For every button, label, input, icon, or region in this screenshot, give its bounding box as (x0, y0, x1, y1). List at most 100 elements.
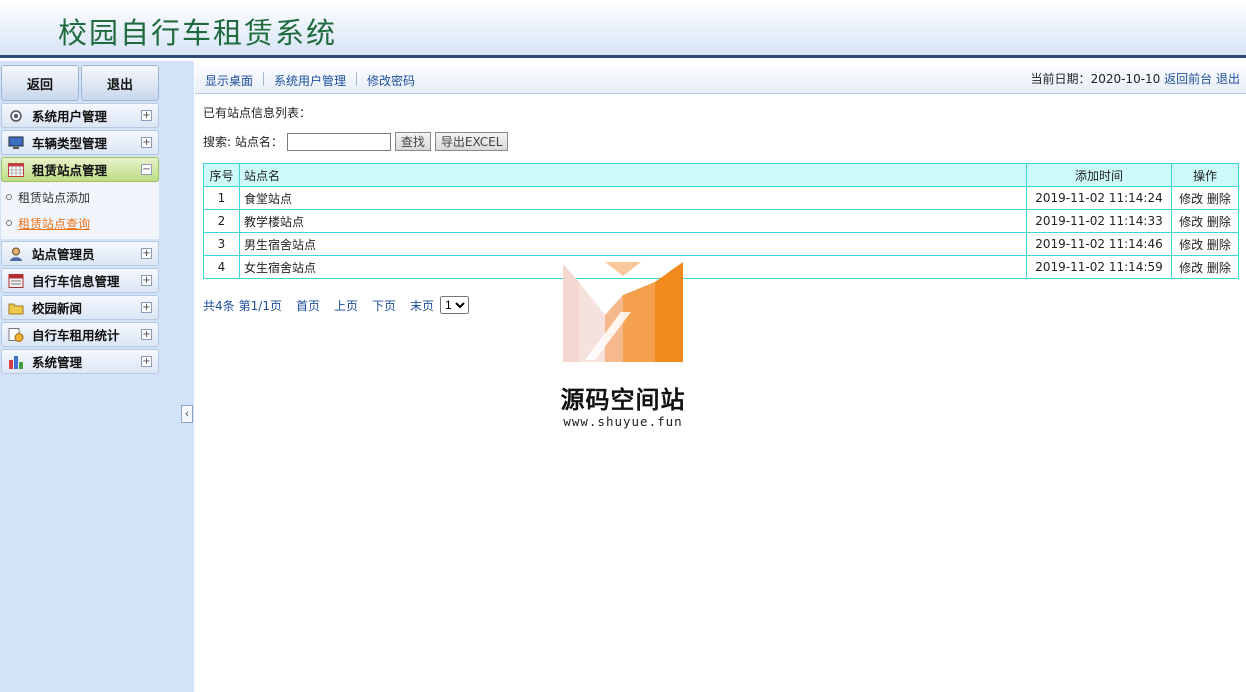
table-row: 3 男生宿舍站点 2019-11-02 11:14:46 修改 删除 (203, 232, 1239, 256)
page-info: 第1/1页 (238, 298, 282, 313)
station-table: 序号 站点名 添加时间 操作 1 食堂站点 2019-11-02 11:14:2… (203, 163, 1239, 279)
expand-icon[interactable]: + (141, 137, 152, 148)
delete-link[interactable]: 删除 (1207, 192, 1231, 206)
last-page-link[interactable]: 末页 (410, 297, 434, 314)
submenu-rental-stations: 租赁站点添加 租赁站点查询 (1, 182, 159, 239)
row-number: 1 (203, 186, 240, 210)
delete-link[interactable]: 删除 (1207, 261, 1231, 275)
station-name: 男生宿舍站点 (239, 232, 1027, 256)
back-button[interactable]: 返回 (1, 65, 79, 101)
menu-station-admins[interactable]: 站点管理员 + (1, 241, 159, 266)
menu-rental-stats[interactable]: 自行车租用统计 + (1, 322, 159, 347)
sidebar-menu-panel: 返回 退出 系统用户管理 + 车辆类型管理 + 租赁站点管理 − 租赁站点添加 … (0, 61, 160, 374)
menu-system-users[interactable]: 系统用户管理 + (1, 103, 159, 128)
column-header: 站点名 (239, 163, 1027, 187)
tab-system-users[interactable]: 系统用户管理 (274, 72, 346, 89)
menu-label: 租赁站点管理 (32, 163, 108, 178)
menu-rental-stations[interactable]: 租赁站点管理 − (1, 157, 159, 182)
sidebar-collapse-toggle[interactable]: ‹ (181, 405, 193, 423)
station-name: 食堂站点 (239, 186, 1027, 210)
quick-tabs: 显示桌面 系统用户管理 修改密码 (205, 72, 415, 89)
menu-vehicle-types[interactable]: 车辆类型管理 + (1, 130, 159, 155)
page-select[interactable]: 1 (440, 296, 470, 314)
added-time: 2019-11-02 11:14:59 (1026, 255, 1172, 279)
expand-icon[interactable]: + (141, 356, 152, 367)
folder-icon (8, 301, 24, 315)
collapse-icon[interactable]: − (141, 164, 152, 175)
sidebar-item-label: 租赁站点查询 (18, 216, 91, 231)
return-frontend-link[interactable]: 返回前台 (1164, 72, 1212, 86)
delete-link[interactable]: 删除 (1207, 238, 1231, 252)
first-page-link[interactable]: 首页 (296, 297, 320, 314)
next-page-link[interactable]: 下页 (372, 297, 396, 314)
station-name-search-input[interactable] (286, 132, 391, 151)
row-actions: 修改 删除 (1171, 232, 1239, 256)
app-title: 校园自行车租赁系统 (58, 16, 338, 50)
menu-label: 站点管理员 (32, 247, 95, 262)
sidebar-item-label: 租赁站点添加 (18, 190, 91, 205)
expand-icon[interactable]: + (141, 275, 152, 286)
added-time: 2019-11-02 11:14:33 (1026, 209, 1172, 233)
monitor-icon (8, 136, 24, 150)
menu-label: 自行车信息管理 (32, 274, 120, 289)
date-label: 当前日期： (1030, 72, 1091, 86)
row-actions: 修改 删除 (1171, 255, 1239, 279)
table-header-row: 序号 站点名 添加时间 操作 (203, 163, 1239, 187)
row-number: 2 (203, 209, 240, 233)
tab-change-password[interactable]: 修改密码 (367, 72, 415, 89)
top-info: 当前日期：2020-10-10 返回前台 退出 (1031, 70, 1240, 87)
expand-icon[interactable]: + (141, 248, 152, 259)
tab-divider (263, 72, 265, 86)
logout-button[interactable]: 退出 (81, 65, 159, 101)
sidebar-menu: 系统用户管理 + 车辆类型管理 + 租赁站点管理 − 租赁站点添加 租赁站点查询… (0, 103, 160, 374)
export-excel-button[interactable]: 导出EXCEL (434, 132, 509, 151)
column-header: 操作 (1171, 163, 1239, 187)
sidebar-button-row: 返回 退出 (0, 65, 160, 101)
top-nav-bar: 显示桌面 系统用户管理 修改密码 当前日期：2020-10-10 返回前台 退出 (195, 61, 1246, 94)
edit-link[interactable]: 修改 (1179, 192, 1203, 206)
menu-label: 自行车租用统计 (32, 328, 120, 343)
tab-show-desktop[interactable]: 显示桌面 (205, 72, 253, 89)
search-label: 搜索: 站点名： (203, 135, 283, 149)
expand-icon[interactable]: + (141, 302, 152, 313)
menu-label: 系统用户管理 (32, 109, 108, 124)
expand-icon[interactable]: + (141, 329, 152, 340)
logout-link[interactable]: 退出 (1216, 72, 1240, 86)
menu-bike-info[interactable]: 自行车信息管理 + (1, 268, 159, 293)
find-button[interactable]: 查找 (394, 132, 431, 151)
row-number: 4 (203, 255, 240, 279)
row-number: 3 (203, 232, 240, 256)
total-count: 共4条 (203, 298, 235, 313)
menu-label: 校园新闻 (32, 301, 83, 316)
main-content: 显示桌面 系统用户管理 修改密码 当前日期：2020-10-10 返回前台 退出… (195, 61, 1246, 692)
table-row: 1 食堂站点 2019-11-02 11:14:24 修改 删除 (203, 186, 1239, 210)
edit-link[interactable]: 修改 (1179, 238, 1203, 252)
delete-link[interactable]: 删除 (1207, 215, 1231, 229)
edit-link[interactable]: 修改 (1179, 261, 1203, 275)
search-bar: 搜索: 站点名： 查找 导出EXCEL (203, 132, 512, 151)
calendar-grid-icon (8, 162, 24, 177)
expand-icon[interactable]: + (141, 110, 152, 121)
menu-system-admin[interactable]: 系统管理 + (1, 349, 159, 374)
edit-link[interactable]: 修改 (1179, 215, 1203, 229)
added-time: 2019-11-02 11:14:46 (1026, 232, 1172, 256)
bullet-icon (6, 220, 12, 226)
tab-divider (356, 72, 358, 86)
watermark-url: www.shuyue.fun (563, 414, 683, 429)
station-name: 教学楼站点 (239, 209, 1027, 233)
current-date: 2020-10-10 (1090, 72, 1161, 86)
bar-chart-icon (8, 355, 24, 369)
sidebar-item-station-add[interactable]: 租赁站点添加 (1, 184, 159, 210)
prev-page-link[interactable]: 上页 (334, 297, 358, 314)
menu-campus-news[interactable]: 校园新闻 + (1, 295, 159, 320)
column-header: 序号 (203, 163, 240, 187)
sidebar: 返回 退出 系统用户管理 + 车辆类型管理 + 租赁站点管理 − 租赁站点添加 … (0, 61, 194, 692)
row-actions: 修改 删除 (1171, 186, 1239, 210)
sidebar-item-station-query[interactable]: 租赁站点查询 (1, 210, 159, 236)
calculator-icon (8, 273, 24, 288)
bullet-icon (6, 194, 12, 200)
column-header: 添加时间 (1026, 163, 1172, 187)
menu-label: 车辆类型管理 (32, 136, 108, 151)
watermark-text: 源码空间站 (560, 386, 686, 414)
menu-label: 系统管理 (32, 355, 83, 370)
